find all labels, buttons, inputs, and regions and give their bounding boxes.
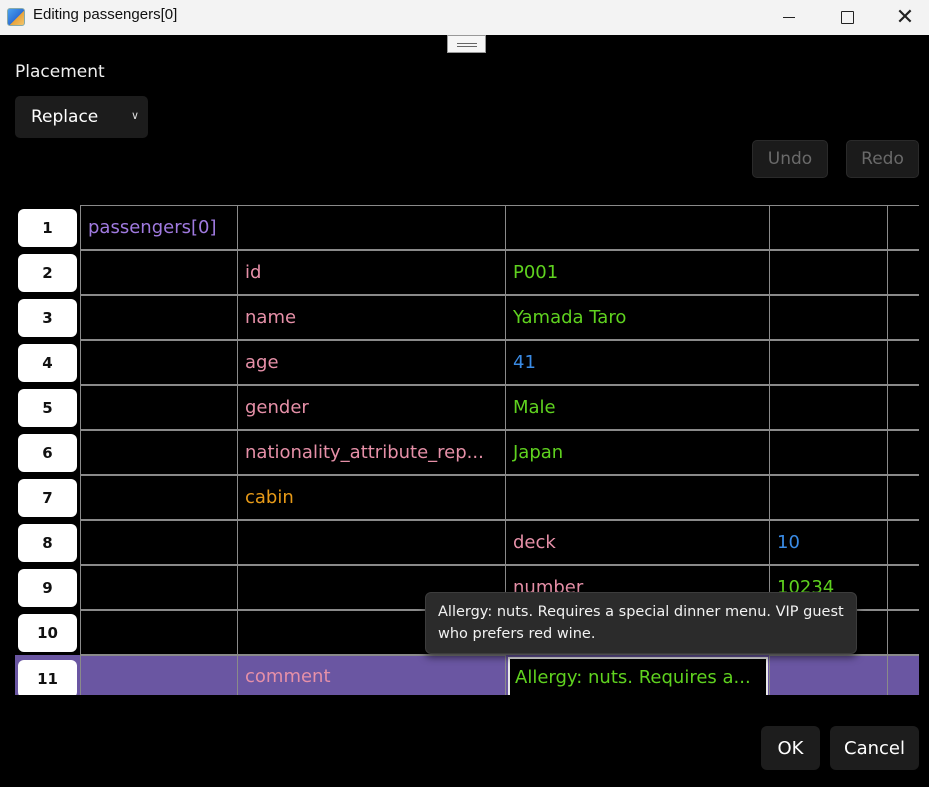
row-number[interactable]: 5 [18,389,77,427]
close-icon: ✕ [895,4,915,30]
grid-cell[interactable]: 10 [769,520,888,565]
grid-cell-overflow [887,295,919,340]
grid-cell-overflow [887,205,919,250]
placement-label: Placement [15,62,105,82]
tooltip-line: Allergy: nuts. Requires a special dinner… [438,604,844,620]
chevron-down-icon: ∨ [131,109,140,122]
grid-cell[interactable] [769,655,888,695]
grid-cell-overflow [887,520,919,565]
row-number[interactable]: 4 [18,344,77,382]
placement-dropdown[interactable]: Replace ∨ [15,96,148,138]
grid-cell[interactable] [505,205,770,250]
grid-cell[interactable] [80,520,238,565]
grid-cell[interactable] [80,655,238,695]
redo-button[interactable]: Redo [846,140,919,178]
maximize-icon [840,11,854,24]
row-number[interactable]: 7 [18,479,77,517]
grid-cell[interactable] [80,430,238,475]
grid-cell-overflow [887,565,919,610]
grid-cell[interactable] [769,205,888,250]
grid-cell[interactable]: age [237,340,506,385]
grid-cell[interactable] [80,475,238,520]
grid-cell[interactable] [80,250,238,295]
maximize-button[interactable] [817,0,877,35]
row-number[interactable]: 9 [18,569,77,607]
grid-cell[interactable] [80,610,238,655]
minimize-button[interactable] [759,0,819,35]
grid-cell[interactable]: Japan [505,430,770,475]
window-title: Editing passengers[0] [33,6,178,23]
undo-button[interactable]: Undo [752,140,828,178]
grid-cell[interactable]: name [237,295,506,340]
grid-cell[interactable] [80,295,238,340]
row-number[interactable]: 11 [18,660,77,695]
placement-selected: Replace [31,107,99,127]
cancel-button[interactable]: Cancel [830,726,919,770]
grid-cell[interactable]: deck [505,520,770,565]
grid-cell-overflow [887,475,919,520]
grid-cell-overflow [887,250,919,295]
grid-cell[interactable] [769,340,888,385]
grid-cell[interactable] [80,340,238,385]
grid-cell[interactable]: Male [505,385,770,430]
grid-cell[interactable] [769,295,888,340]
grid-cell[interactable]: id [237,250,506,295]
cell-editor[interactable]: Allergy: nuts. Requires a... [508,657,768,695]
grid-cell-overflow [887,655,919,695]
row-number[interactable]: 10 [18,614,77,652]
minimize-icon [783,16,795,19]
grid-cell[interactable] [237,205,506,250]
row-number[interactable]: 1 [18,209,77,247]
grid-cell[interactable]: P001 [505,250,770,295]
grid-cell[interactable]: nationality_attribute_rep... [237,430,506,475]
grid-cell[interactable] [505,475,770,520]
row-number[interactable]: 8 [18,524,77,562]
close-button[interactable]: ✕ [875,0,929,35]
app-icon [7,8,25,26]
grid-cell[interactable] [769,430,888,475]
grid-cell-overflow [887,430,919,475]
grid-cell[interactable] [769,250,888,295]
grid-cell-overflow [887,340,919,385]
grid-cell-overflow [887,610,919,655]
grid-cell[interactable]: 41 [505,340,770,385]
grid-cell-overflow [887,385,919,430]
tooltip-line: who prefers red wine. [438,626,596,642]
grid-cell[interactable] [237,520,506,565]
row-number[interactable]: 6 [18,434,77,472]
title-bar: Editing passengers[0] ✕ [0,0,929,35]
grid-cell[interactable] [769,385,888,430]
grid-cell[interactable] [80,385,238,430]
grid-cell[interactable]: Yamada Taro [505,295,770,340]
grid-cell[interactable]: gender [237,385,506,430]
cell-tooltip: Allergy: nuts. Requires a special dinner… [425,592,857,654]
splitter-handle[interactable] [447,35,486,53]
row-number[interactable]: 3 [18,299,77,337]
grid-cell[interactable]: comment [237,655,506,695]
grid-cell[interactable] [769,475,888,520]
ok-button[interactable]: OK [761,726,820,770]
row-number[interactable]: 2 [18,254,77,292]
grid-cell[interactable]: passengers[0] [80,205,238,250]
grid-cell[interactable]: cabin [237,475,506,520]
grid-cell[interactable] [80,565,238,610]
